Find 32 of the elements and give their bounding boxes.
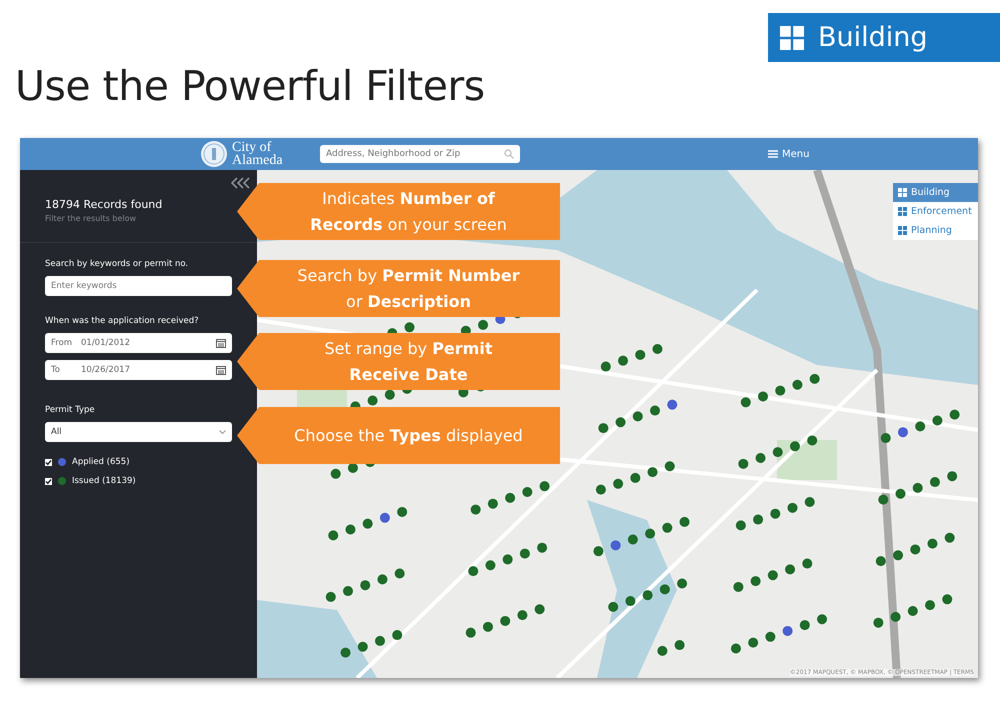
from-date-field[interactable]: From 01/01/2012 — [45, 333, 232, 353]
date-label: When was the application received? — [45, 316, 200, 326]
grid-icon — [898, 207, 907, 216]
grid-icon — [898, 226, 907, 235]
collapse-icon[interactable] — [231, 177, 251, 189]
search-icon — [504, 149, 514, 159]
grid-icon — [780, 26, 804, 50]
address-search-field[interactable]: Address, Neighborhood or Zip — [320, 145, 520, 163]
chevron-down-icon — [219, 430, 226, 434]
keyword-label: Search by keywords or permit no. — [45, 259, 190, 269]
records-count: 18794 Records found — [45, 198, 164, 211]
menu-button[interactable]: Menu — [766, 146, 812, 162]
city-seal-icon — [200, 140, 228, 168]
layer-item[interactable]: Planning — [893, 221, 978, 240]
filter-hint: Filter the results below — [45, 214, 138, 223]
grid-icon — [898, 188, 907, 197]
slide-title: Use the Powerful Filters — [15, 62, 485, 110]
keyword-field[interactable]: Enter keywords — [45, 276, 232, 296]
layer-item[interactable]: Enforcement — [893, 202, 978, 221]
layer-item[interactable]: Building — [893, 183, 978, 202]
status-checkbox[interactable] — [45, 458, 52, 466]
status-label: Issued (18139) — [72, 476, 136, 486]
menu-icon — [768, 150, 778, 158]
status-label: Applied (655) — [72, 457, 130, 467]
permit-type-dropdown[interactable]: All — [45, 422, 232, 442]
status-checkbox[interactable] — [45, 478, 52, 484]
permit-type-label: Permit Type — [45, 405, 96, 415]
city-logo-text: City of Alameda — [232, 141, 284, 167]
section-badge: Building — [768, 13, 1000, 62]
calendar-icon — [216, 365, 226, 375]
to-date-field[interactable]: To 10/26/2017 — [45, 360, 232, 380]
calendar-icon — [216, 338, 226, 348]
